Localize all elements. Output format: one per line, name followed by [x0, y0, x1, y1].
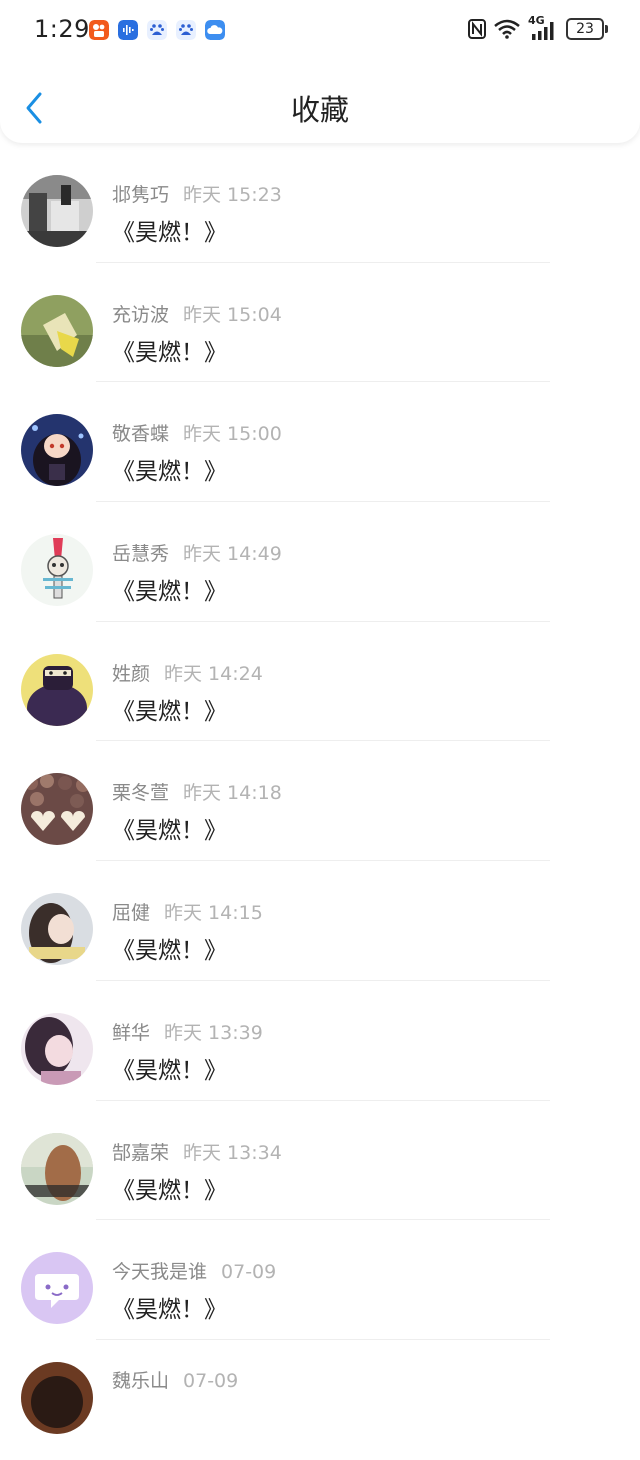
sender-name: 鲜华 [112, 1021, 151, 1044]
nfc-icon [468, 19, 486, 39]
item-time: 昨天 14:15 [164, 902, 263, 925]
sender-name: 栗冬萱 [112, 782, 170, 805]
list-item[interactable]: 充访波 昨天 15:04 《昊燃！》 [0, 263, 640, 383]
list-item[interactable]: 郜嘉荣 昨天 13:34 《昊燃！》 [0, 1101, 640, 1221]
list-item[interactable]: 敬香蝶 昨天 15:00 《昊燃！》 [0, 382, 640, 503]
item-message: 《昊燃！》 [112, 1297, 227, 1324]
avatar [21, 653, 93, 726]
cellular-icon: 4G [528, 14, 558, 40]
avatar [21, 175, 93, 247]
avatar [21, 773, 93, 846]
status-time: 1:29 [34, 15, 90, 43]
chat-bubble-icon [21, 1252, 93, 1325]
sender-name: 敬香蝶 [112, 423, 170, 446]
avatar [21, 294, 93, 367]
item-time: 昨天 14:49 [183, 543, 282, 566]
status-bar: 1:29 4G 23 [0, 0, 640, 62]
status-right: 4G 23 [468, 14, 608, 40]
list-item[interactable]: 鲜华 昨天 13:39 《昊燃！》 [0, 981, 640, 1101]
item-time: 昨天 15:04 [183, 303, 282, 326]
item-message: 《昊燃！》 [112, 698, 227, 725]
item-message: 《昊燃！》 [112, 579, 227, 606]
sender-name: 魏乐山 [112, 1369, 170, 1392]
cloud-app-icon [205, 20, 225, 40]
list-item[interactable]: 魏乐山 07-09 [0, 1340, 640, 1460]
item-message: 《昊燃！》 [112, 938, 227, 965]
sender-name: 姓颜 [112, 662, 151, 685]
item-time: 昨天 14:24 [164, 662, 263, 685]
item-time: 07-09 [183, 1369, 239, 1392]
list-item[interactable]: 邶隽巧 昨天 15:23 《昊燃！》 [0, 143, 640, 263]
item-time: 昨天 15:23 [183, 184, 282, 206]
wifi-icon [494, 19, 520, 39]
item-time: 昨天 15:00 [183, 423, 282, 446]
item-message: 《昊燃！》 [112, 339, 227, 366]
item-time: 07-09 [221, 1261, 277, 1284]
avatar [21, 1012, 93, 1085]
item-message: 《昊燃！》 [112, 818, 227, 845]
avatar [21, 893, 93, 966]
list-item[interactable]: 屈健 昨天 14:15 《昊燃！》 [0, 861, 640, 981]
list-item[interactable]: 姓颜 昨天 14:24 《昊燃！》 [0, 622, 640, 742]
header: 1:29 4G 23 收藏 [0, 0, 640, 143]
sender-name: 邶隽巧 [112, 184, 170, 206]
list-item[interactable]: 岳慧秀 昨天 14:49 《昊燃！》 [0, 502, 640, 622]
favorites-list: 邶隽巧 昨天 15:23 《昊燃！》 充访波 昨天 15:04 《昊燃！》 敬香蝶昨… [0, 143, 640, 1460]
item-message: 《昊燃！》 [112, 1177, 227, 1204]
avatar [21, 414, 93, 487]
sender-name: 郜嘉荣 [112, 1141, 170, 1164]
avatar [21, 534, 93, 607]
item-time: 昨天 13:39 [164, 1021, 263, 1044]
voice-app-icon [118, 20, 138, 40]
avatar [21, 1361, 93, 1434]
page-title: 收藏 [290, 93, 349, 127]
notification-icons [89, 20, 225, 40]
item-time: 昨天 13:34 [183, 1141, 282, 1164]
avatar [21, 1252, 93, 1325]
item-message: 《昊燃！》 [112, 1057, 227, 1084]
sender-name: 屈健 [112, 902, 151, 925]
sender-name: 今天我是谁 [112, 1261, 208, 1284]
kuaishou-app-icon [89, 20, 109, 40]
list-item[interactable]: 今天我是谁 07-09 《昊燃！》 [0, 1220, 640, 1340]
item-message: 《昊燃！》 [112, 220, 227, 246]
avatar [21, 1132, 93, 1205]
item-time: 昨天 14:18 [183, 782, 282, 805]
baidu-app-icon [147, 20, 167, 40]
item-message: 《昊燃！》 [112, 459, 227, 486]
sender-name: 充访波 [112, 303, 170, 326]
sender-name: 岳慧秀 [112, 543, 170, 566]
battery-indicator: 23 [566, 18, 608, 40]
list-item[interactable]: 栗冬萱 昨天 14:18 《昊燃！》 [0, 741, 640, 862]
baidu-app-icon-2 [176, 20, 196, 40]
